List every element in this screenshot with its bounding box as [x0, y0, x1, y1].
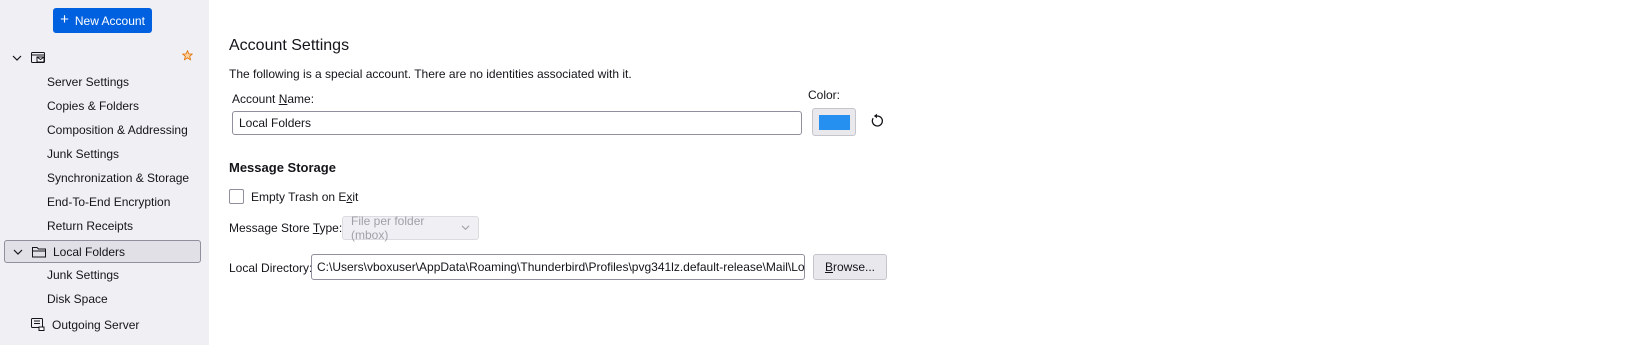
- sidebar-item-local-junk-settings[interactable]: Junk Settings: [47, 265, 119, 285]
- outgoing-server-icon: [30, 318, 46, 331]
- color-picker-button[interactable]: [812, 108, 856, 136]
- outgoing-server-label: Outgoing Server: [52, 317, 140, 332]
- sidebar-item-junk-settings[interactable]: Junk Settings: [47, 144, 119, 164]
- local-directory-input[interactable]: C:\Users\vboxuser\AppData\Roaming\Thunde…: [311, 254, 805, 280]
- message-storage-heading: Message Storage: [229, 160, 336, 175]
- sidebar-item-copies-folders[interactable]: Copies & Folders: [47, 96, 139, 116]
- plus-icon: +: [60, 11, 69, 28]
- chevron-down-icon: [461, 221, 470, 235]
- empty-trash-checkbox[interactable]: [229, 189, 244, 204]
- local-folders-label: Local Folders: [53, 244, 126, 259]
- star-icon: [181, 49, 194, 64]
- account-settings-panel: Account Settings The following is a spec…: [229, 0, 1650, 345]
- empty-trash-label: Empty Trash on Exit: [251, 189, 359, 204]
- browse-button[interactable]: Browse...: [813, 254, 887, 280]
- folder-icon: [31, 246, 47, 258]
- account-row[interactable]: [4, 46, 201, 69]
- store-type-label: Message Store Type:: [229, 221, 343, 235]
- account-name-input[interactable]: [232, 111, 802, 135]
- sidebar-item-disk-space[interactable]: Disk Space: [47, 289, 108, 309]
- sidebar-item-return-receipts[interactable]: Return Receipts: [47, 216, 133, 236]
- chevron-down-icon[interactable]: [9, 53, 25, 63]
- store-type-select[interactable]: File per folder (mbox): [342, 214, 479, 242]
- store-type-value: File per folder (mbox): [351, 214, 425, 242]
- account-sidebar: + New Account Server Settings Copies & F…: [0, 0, 209, 345]
- sidebar-item-local-folders[interactable]: Local Folders: [4, 240, 201, 263]
- page-title: Account Settings: [229, 37, 350, 54]
- account-name-label: Account Name:: [232, 92, 315, 106]
- sidebar-item-composition-addressing[interactable]: Composition & Addressing: [47, 120, 188, 140]
- new-account-button[interactable]: + New Account: [53, 8, 152, 33]
- sidebar-item-synchronization-storage[interactable]: Synchronization & Storage: [47, 168, 189, 188]
- account-description: The following is a special account. Ther…: [229, 67, 632, 81]
- chevron-down-icon[interactable]: [10, 247, 26, 257]
- sidebar-item-outgoing-server[interactable]: Outgoing Server: [4, 313, 201, 336]
- color-swatch: [818, 114, 850, 130]
- account-icon: [30, 51, 46, 64]
- sidebar-item-end-to-end-encryption[interactable]: End-To-End Encryption: [47, 192, 170, 212]
- color-label: Color:: [808, 88, 841, 102]
- sidebar-item-server-settings[interactable]: Server Settings: [47, 72, 129, 92]
- browse-label: Browse...: [824, 260, 876, 274]
- empty-trash-option[interactable]: Empty Trash on Exit: [229, 189, 358, 204]
- reset-color-icon[interactable]: [869, 113, 885, 129]
- new-account-label: New Account: [74, 13, 145, 28]
- local-directory-value: C:\Users\vboxuser\AppData\Roaming\Thunde…: [317, 260, 805, 274]
- local-directory-label: Local Directory:: [229, 261, 313, 275]
